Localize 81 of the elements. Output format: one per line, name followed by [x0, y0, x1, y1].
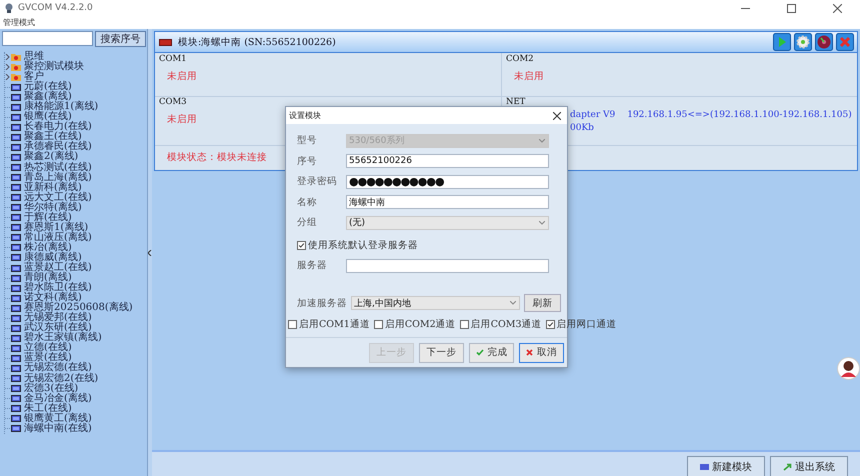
checkbox-label: 启用COM2通道 — [384, 318, 456, 331]
network-info: dapter V9 — [570, 110, 616, 120]
assistant-avatar[interactable] — [837, 357, 860, 380]
checkbox[interactable] — [297, 240, 306, 250]
refresh-button[interactable]: 刷新 — [524, 294, 561, 312]
network-info: 192.168.1.95<=>(192.168.1.100-192.168.1.105) — [627, 110, 852, 120]
folder-icon — [11, 53, 21, 62]
tree-item[interactable]: 株冶(离线) — [5, 242, 147, 253]
checkbox-label: 使用系统默认登录服务器 — [308, 238, 418, 252]
tree-item[interactable]: 赛恩斯1(离线) — [5, 222, 147, 233]
field-label: 登录密码 — [297, 175, 338, 188]
close-icon[interactable] — [553, 112, 561, 120]
module-icon — [700, 464, 709, 470]
tree-item[interactable]: 康德威(离线) — [5, 252, 147, 263]
tree-item[interactable]: 远大文工(在线) — [5, 192, 147, 203]
field-label: 名称 — [297, 196, 318, 208]
tree-item[interactable]: 于辉(在线) — [5, 212, 147, 223]
cancel-button[interactable]: 取消 — [519, 342, 564, 362]
field-label: 加速服务器 — [297, 296, 347, 310]
checkbox[interactable] — [374, 320, 383, 329]
module-title: 模块:海螺中南 (SN:55652100226) — [178, 36, 336, 48]
cross-icon — [526, 349, 533, 356]
field-label: 型号 — [297, 134, 318, 147]
folder-icon — [11, 63, 21, 72]
tree-item[interactable]: 银鹰黄工(离线) — [5, 414, 147, 424]
close-icon[interactable] — [832, 4, 842, 12]
checkbox[interactable] — [288, 320, 297, 329]
status-led-icon — [159, 38, 172, 46]
port-status: 未启用 — [514, 70, 544, 83]
exit-arrow-icon — [783, 462, 792, 470]
dialog-title: 设置模块 — [289, 110, 321, 121]
window-title: GVCOM V4.2.2.0 — [18, 3, 93, 13]
folder-icon — [11, 73, 21, 82]
app-logo-icon — [4, 3, 14, 13]
collapse-icon[interactable] — [148, 250, 152, 256]
search-button[interactable]: 搜索序号 — [95, 31, 146, 47]
input-field[interactable]: 海螺中南 — [346, 195, 549, 209]
search-field[interactable] — [2, 31, 93, 46]
settings-icon[interactable] — [794, 33, 812, 51]
tree-item[interactable]: 华尔特(离线) — [5, 202, 147, 213]
menu-item[interactable]: 管理模式 — [3, 17, 35, 28]
tree-item[interactable]: 亚新科(离线) — [5, 182, 147, 193]
password-field[interactable]: ●●●●●●●●●●● — [346, 174, 549, 188]
port-status: 未启用 — [167, 70, 197, 83]
checkbox-label: 启用COM1通道 — [299, 318, 370, 331]
tree-item[interactable]: 无锡宏德(在线) — [5, 363, 147, 374]
new-module-button[interactable]: 新建模块 — [687, 456, 765, 476]
next-button[interactable]: 下一步 — [419, 342, 464, 362]
dropdown[interactable]: (无) — [346, 216, 549, 230]
tree-item[interactable]: 无锡宏德2(在线) — [5, 374, 147, 384]
checkbox[interactable] — [546, 320, 555, 329]
field-label: 分组 — [297, 216, 318, 229]
maximize-icon[interactable] — [786, 4, 796, 12]
port-name: COM2 — [506, 55, 535, 64]
tree-item[interactable]: 聚鑫2(离线) — [5, 152, 147, 163]
network-info: 00Kb — [570, 123, 594, 133]
module-status: 模块状态：模块未连接 — [167, 151, 267, 164]
field-label: 服务器 — [297, 259, 328, 272]
check-icon — [476, 349, 484, 356]
checkbox-label: 启用网口通道 — [556, 318, 617, 331]
checkbox-label: 启用COM3通道 — [470, 318, 542, 331]
input-field[interactable] — [346, 258, 549, 272]
port-name: COM3 — [159, 98, 188, 107]
port-name: NET — [506, 98, 526, 107]
tree-item[interactable]: 宏德3(在线) — [5, 384, 147, 394]
dropdown[interactable]: 上海,中国内地 — [351, 296, 520, 310]
tree-item[interactable]: 热芯测试(在线) — [5, 162, 147, 173]
port-name: COM1 — [159, 55, 188, 64]
field-label: 序号 — [297, 154, 318, 168]
play-icon[interactable] — [773, 33, 791, 51]
port-status: 未启用 — [167, 113, 197, 126]
finish-button[interactable]: 完成 — [469, 342, 514, 362]
tree-item[interactable]: 金马冶金(离线) — [5, 394, 147, 404]
tree-item[interactable]: 海螺中南(在线) — [5, 424, 147, 434]
exit-button[interactable]: 退出系统 — [770, 456, 848, 476]
tree-item[interactable]: 青岛上海(离线) — [5, 172, 147, 183]
checkbox[interactable] — [460, 320, 469, 329]
tree-item[interactable]: 常山液压(离线) — [5, 232, 147, 243]
tree-item[interactable]: 朱工(在线) — [5, 404, 147, 414]
disc-icon[interactable] — [815, 33, 833, 51]
input-field[interactable]: 55652100226 — [346, 154, 549, 168]
